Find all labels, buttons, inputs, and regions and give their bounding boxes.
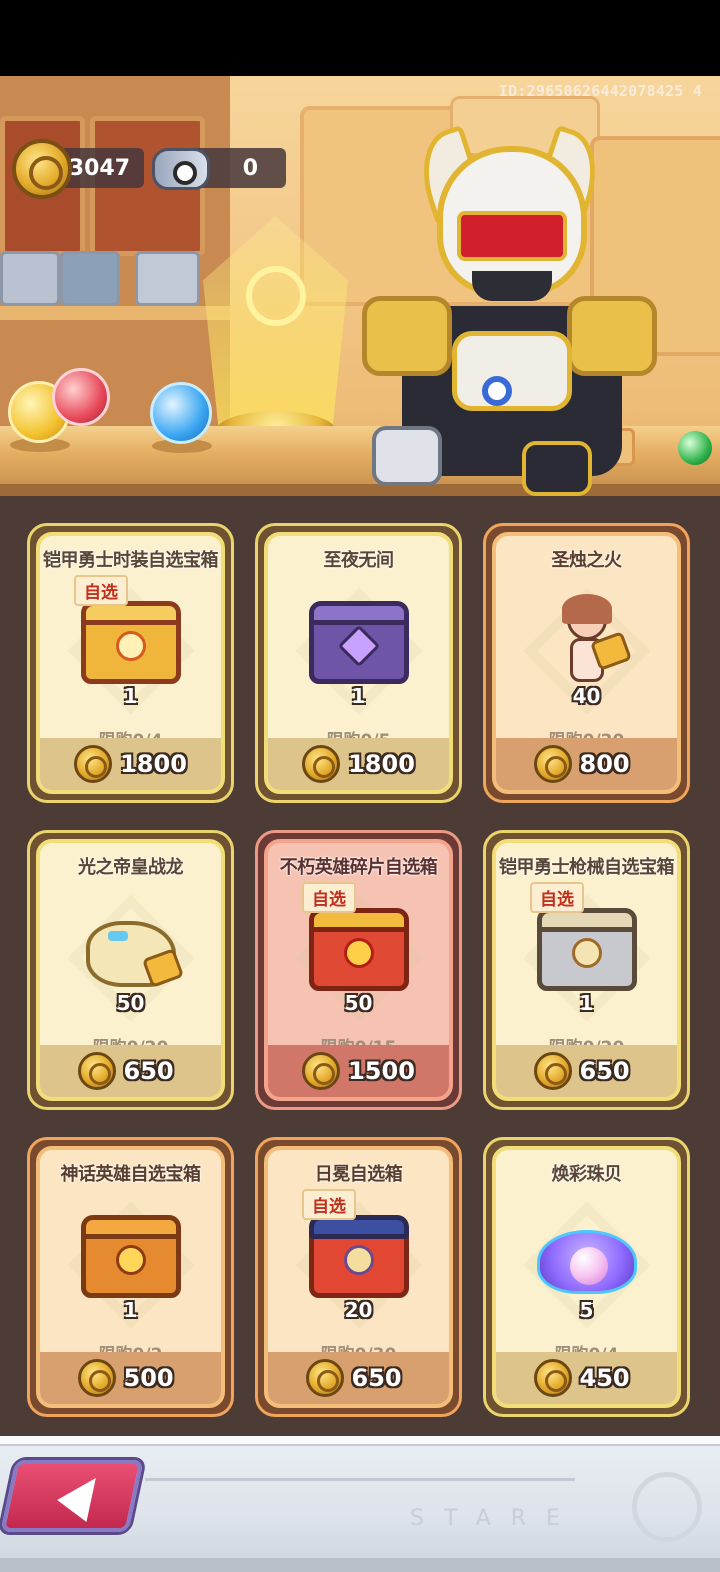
gold-coin-icon: [77, 1052, 116, 1090]
item-title: 焕彩珠贝: [551, 1164, 623, 1185]
armor-chest-icon: [76, 594, 186, 690]
gold-coin-icon: [302, 745, 341, 783]
item-title: 铠甲勇士枪械自选宝箱: [499, 857, 675, 878]
price-button[interactable]: 650: [268, 1352, 449, 1404]
price-button[interactable]: 650: [496, 1045, 677, 1097]
optional-tag: 自选: [302, 1189, 356, 1220]
optional-tag: 自选: [302, 882, 356, 913]
item-quantity: 1: [123, 1298, 138, 1322]
price-amount: 1800: [120, 750, 187, 778]
item-title: 至夜无间: [323, 550, 395, 571]
gold-coin-icon: [533, 745, 572, 783]
pearl-shell-icon: [532, 1208, 642, 1304]
price-amount: 800: [579, 750, 630, 778]
shop-banner: [0, 76, 720, 496]
price-amount: 1500: [348, 1057, 415, 1085]
optional-tag: 自选: [74, 575, 128, 606]
item-quantity: 1: [579, 991, 594, 1015]
price-button[interactable]: 1500: [268, 1045, 449, 1097]
item-title: 铠甲勇士时装自选宝箱: [43, 550, 219, 571]
price-button[interactable]: 800: [496, 738, 677, 790]
gold-amount: 3047: [68, 155, 130, 181]
green-orb-icon: [678, 431, 712, 465]
shop-item-card[interactable]: 不朽英雄碎片自选箱 自选 50 限购0/15 1500: [255, 830, 462, 1110]
item-title: 圣烛之火: [551, 550, 623, 571]
price-amount: 650: [579, 1057, 630, 1085]
hero-shard-icon: [532, 594, 642, 690]
gold-coin-icon: [77, 1359, 116, 1397]
shelf-chest-icon: [0, 251, 60, 306]
bottom-bar: STARE: [0, 1436, 720, 1572]
gold-coin-icon: [533, 1052, 572, 1090]
mythic-chest-icon: [76, 1208, 186, 1304]
item-title: 日冕自选箱: [314, 1164, 403, 1185]
gold-coin-icon: [74, 745, 113, 783]
price-amount: 1800: [348, 750, 415, 778]
price-button[interactable]: 450: [496, 1352, 677, 1404]
player-id: ID:29650626442078425 4: [498, 82, 702, 100]
optional-tag: 自选: [530, 882, 584, 913]
shop-grid: 铠甲勇士时装自选宝箱 自选 1 限购0/4 1800 至夜无间 1 限购0/5: [0, 496, 720, 1436]
shop-item-card[interactable]: 光之帝皇战龙 50 限购0/20 650: [27, 830, 234, 1110]
shop-item-card[interactable]: 焕彩珠贝 5 限购0/4 450: [483, 1137, 690, 1417]
status-bar: [0, 0, 720, 76]
item-quantity: 20: [344, 1298, 373, 1322]
item-quantity: 40: [572, 684, 601, 708]
price-button[interactable]: 500: [40, 1352, 221, 1404]
price-amount: 650: [351, 1364, 402, 1392]
immortal-chest-icon: [304, 901, 414, 997]
item-title: 不朽英雄碎片自选箱: [279, 857, 438, 878]
item-quantity: 1: [123, 684, 138, 708]
gem-amount: 0: [242, 155, 258, 181]
item-quantity: 1: [351, 684, 366, 708]
price-amount: 650: [123, 1057, 174, 1085]
blue-orb-icon: [150, 382, 212, 444]
corona-chest-icon: [304, 1208, 414, 1304]
gold-coin-icon: [12, 139, 72, 199]
weapon-chest-icon: [532, 901, 642, 997]
item-quantity: 5: [579, 1298, 594, 1322]
back-button[interactable]: [0, 1460, 144, 1532]
price-button[interactable]: 1800: [268, 738, 449, 790]
shopkeeper-mech-character: [362, 124, 657, 496]
dark-chest-icon: [304, 594, 414, 690]
shop-item-card[interactable]: 至夜无间 1 限购0/5 1800: [255, 523, 462, 803]
price-button[interactable]: 1800: [40, 738, 221, 790]
shelf-chest-icon: [60, 251, 120, 306]
shop-item-card[interactable]: 铠甲勇士枪械自选宝箱 自选 1 限购0/20 650: [483, 830, 690, 1110]
shop-item-card[interactable]: 日冕自选箱 自选 20 限购0/30 650: [255, 1137, 462, 1417]
red-orb-icon: [52, 368, 110, 426]
footer-watermark: STARE: [410, 1506, 580, 1531]
price-button[interactable]: 650: [40, 1045, 221, 1097]
item-title: 神话英雄自选宝箱: [60, 1164, 202, 1185]
shop-item-card[interactable]: 圣烛之火 40 限购0/20 800: [483, 523, 690, 803]
gem-token-icon: [152, 148, 210, 190]
item-title: 光之帝皇战龙: [78, 857, 184, 878]
gold-coin-icon: [305, 1359, 344, 1397]
gold-coin-icon: [302, 1052, 341, 1090]
shop-item-card[interactable]: 铠甲勇士时装自选宝箱 自选 1 限购0/4 1800: [27, 523, 234, 803]
shop-item-card[interactable]: 神话英雄自选宝箱 1 限购0/2 500: [27, 1137, 234, 1417]
gold-coin-icon: [533, 1359, 572, 1397]
back-arrow-icon: [52, 1478, 96, 1522]
item-quantity: 50: [116, 991, 145, 1015]
yin-yang-icon: [632, 1472, 702, 1542]
price-amount: 500: [123, 1364, 174, 1392]
dragon-shard-icon: [76, 901, 186, 997]
item-quantity: 50: [344, 991, 373, 1015]
price-amount: 450: [579, 1364, 630, 1392]
